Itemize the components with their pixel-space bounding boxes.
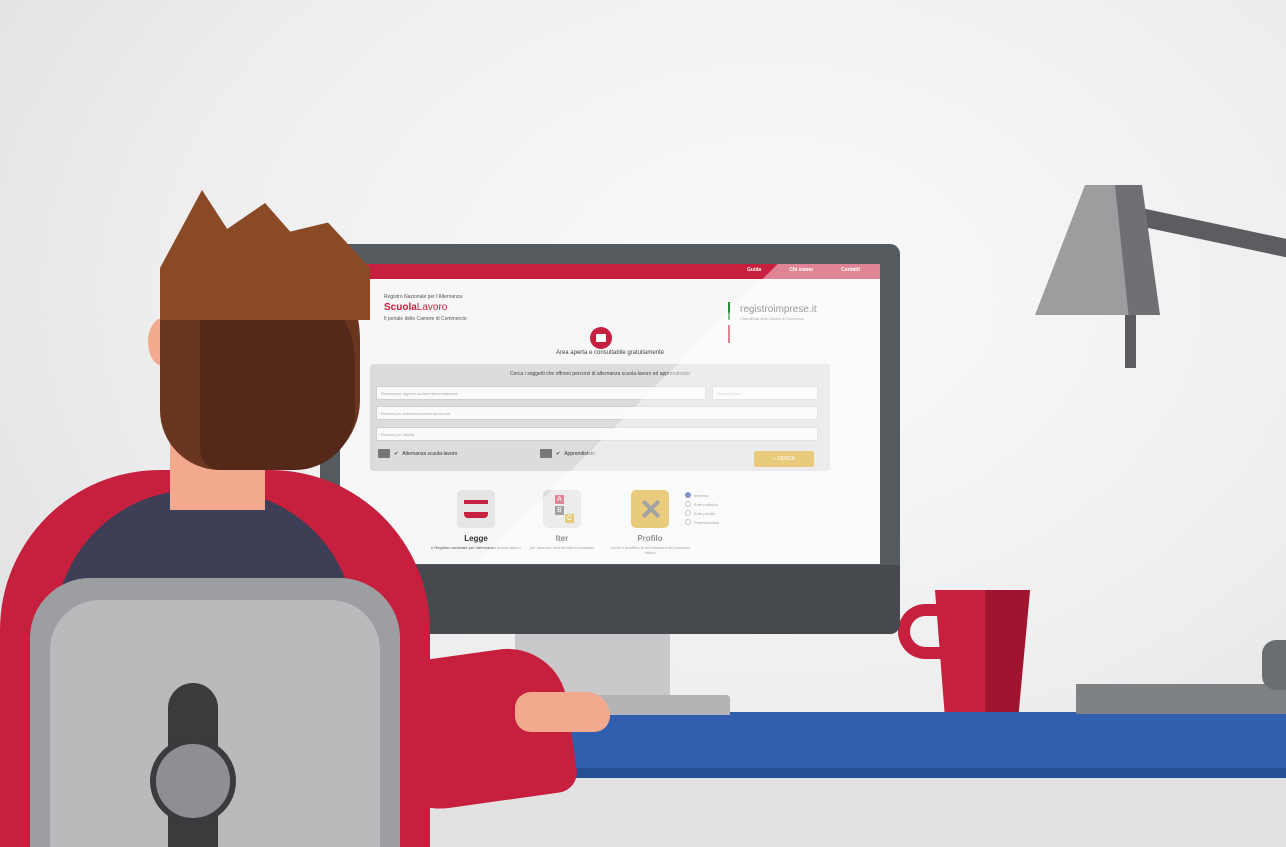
sector-select[interactable]: Settore/Area (712, 386, 818, 400)
radio-ente-pubblico-label: Ente pubblico (694, 501, 719, 507)
logo-brand: ScuolaLavoro (384, 302, 504, 313)
tile-iter-desc: per imprese, enti ed istituti scolastici (529, 545, 595, 550)
tile-legge-desc: Il Registro nazionale per l'alternanza s… (431, 545, 521, 550)
location-input[interactable]: Ricerca per indirizzo/comune/provincia (376, 406, 818, 420)
profile-type-radios: Impresa Ente pubblico Ente privato Profe… (685, 492, 719, 528)
check-icon: ✔ (394, 450, 399, 457)
radio-icon (685, 510, 691, 516)
tile-profilo[interactable] (631, 490, 669, 528)
company-name-input[interactable]: Ricerca per ragione sociale/denominazion… (376, 386, 706, 400)
open-area-icon (590, 327, 612, 349)
block-c-icon: C (565, 514, 574, 523)
block-a-icon: A (555, 495, 564, 504)
radio-ente-privato[interactable]: Ente privato (685, 510, 719, 516)
people-icon (378, 449, 390, 458)
radio-icon (685, 501, 691, 507)
person-hair-top (160, 190, 370, 320)
logo-line-3: Il portale delle Camere di Commercio (384, 316, 467, 322)
tile-profilo-desc: Iscrivi e modifica le informazioni del p… (610, 545, 690, 555)
option-alternanza[interactable]: ✔ Alternanza scuola-lavoro (378, 449, 457, 458)
search-button-label: CERCA (777, 456, 795, 462)
radio-ente-privato-label: Ente privato (694, 510, 716, 516)
desk-tray (1076, 684, 1286, 714)
lamp-stick (1125, 315, 1136, 368)
logo-brand-bold: Scuola (384, 302, 417, 313)
option-alternanza-label: Alternanza scuola-lavoro (402, 450, 458, 457)
mug-shadow (985, 590, 1030, 712)
radio-icon (685, 519, 691, 525)
area-title: Area aperta e consultabile gratuitamente (555, 350, 665, 356)
option-apprendistato-label: Apprendistato (564, 450, 596, 457)
check-icon: ✔ (556, 450, 561, 457)
tile-iter[interactable]: A B C (543, 490, 581, 528)
logo-brand-light: Lavoro (416, 302, 448, 313)
registroimprese-tagline: I dati ufficiali delle Camere di Commerc… (740, 317, 804, 321)
desk-knob (1262, 640, 1286, 690)
radio-professionista[interactable]: Professionista (685, 519, 719, 525)
block-b-icon: B (555, 506, 564, 515)
tile-profilo-label: Profilo (637, 534, 663, 543)
tile-legge-label: Legge (464, 534, 488, 543)
option-apprendistato[interactable]: ✔ Apprendistato (540, 449, 595, 458)
activity-input[interactable]: Ricerca per attività (376, 427, 818, 441)
radio-impresa[interactable]: Impresa (685, 492, 719, 498)
search-headline: Cerca i soggetti che offrono percorsi di… (509, 371, 690, 377)
radio-professionista-label: Professionista (694, 519, 720, 525)
nav-contatti[interactable]: Contatti (841, 267, 860, 273)
scuola-lavoro-logo[interactable]: Registro Nazionale per l'Alternanza Scuo… (384, 294, 504, 322)
person-hand (515, 692, 610, 732)
italian-flag-icon (728, 302, 736, 343)
radio-selected-icon (685, 492, 691, 498)
worker-icon (540, 449, 552, 458)
monitor-screen: Guida Chi siamo Contatti Registro Nazion… (340, 264, 880, 564)
office-scene: Guida Chi siamo Contatti Registro Nazion… (0, 0, 1286, 847)
registroimprese-brand: registroimprese.it (740, 304, 817, 315)
search-button[interactable]: ⌕ CERCA (754, 451, 814, 467)
search-panel: Cerca i soggetti che offrono percorsi di… (370, 364, 830, 471)
tile-legge[interactable] (457, 490, 495, 528)
top-nav-bar: Guida Chi siamo Contatti (340, 264, 880, 279)
lamp-arm (1138, 208, 1286, 260)
nav-chi-siamo[interactable]: Chi siamo (789, 267, 813, 273)
radio-impresa-label: Impresa (694, 492, 709, 498)
nav-guida[interactable]: Guida (747, 267, 761, 273)
chair-knob (150, 738, 236, 824)
logo-line-1: Registro Nazionale per l'Alternanza (384, 294, 463, 300)
tile-iter-label: Iter (555, 534, 569, 543)
radio-ente-pubblico[interactable]: Ente pubblico (685, 501, 719, 507)
